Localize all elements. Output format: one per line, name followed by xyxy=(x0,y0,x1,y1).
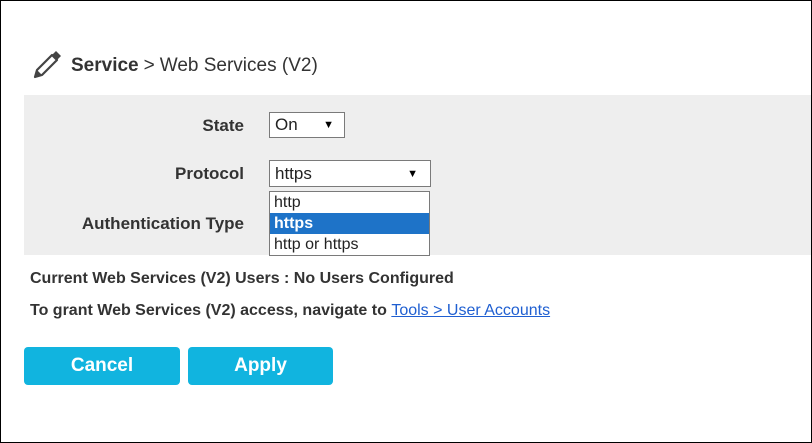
state-select[interactable]: On ▼ xyxy=(269,112,345,138)
current-users-text: Current Web Services (V2) Users : No Use… xyxy=(30,270,454,287)
user-accounts-link[interactable]: Tools > User Accounts xyxy=(391,302,550,319)
title-subtitle: Web Services (V2) xyxy=(159,55,318,76)
protocol-label: Protocol xyxy=(175,164,244,183)
state-select-value: On xyxy=(275,115,298,134)
pencil-icon xyxy=(31,51,63,81)
chevron-down-icon: ▼ xyxy=(407,168,418,180)
protocol-option-http-or-https[interactable]: http or https xyxy=(270,234,429,255)
title-separator: > xyxy=(143,55,155,76)
page-frame: Service > Web Services (V2) State On ▼ P… xyxy=(0,0,812,443)
apply-button[interactable]: Apply xyxy=(188,347,333,385)
authentication-type-label: Authentication Type xyxy=(81,214,244,233)
chevron-down-icon: ▼ xyxy=(323,119,334,131)
protocol-select[interactable]: https ▼ xyxy=(269,160,431,187)
cancel-button[interactable]: Cancel xyxy=(24,347,180,385)
state-label: State xyxy=(202,116,244,135)
grant-access-label: To grant Web Services (V2) access, navig… xyxy=(30,302,387,319)
grant-access-text: To grant Web Services (V2) access, navig… xyxy=(30,302,550,320)
protocol-dropdown-list: http https http or https xyxy=(269,191,430,256)
protocol-option-http[interactable]: http xyxy=(270,192,429,213)
page-title: Service > Web Services (V2) xyxy=(31,51,318,81)
title-service: Service xyxy=(71,55,139,76)
protocol-option-https[interactable]: https xyxy=(270,213,429,234)
protocol-select-value: https xyxy=(275,163,312,183)
